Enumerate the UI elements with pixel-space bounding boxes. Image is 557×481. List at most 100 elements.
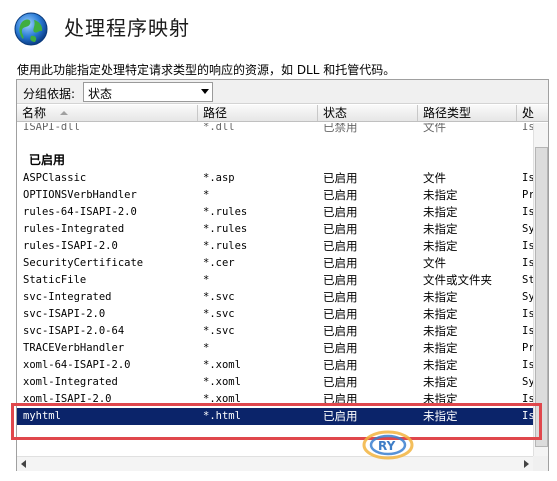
group-by-label: 分组依据: — [23, 87, 76, 101]
cell-state: 已启用 — [323, 392, 358, 406]
column-header-name[interactable]: 名称 — [17, 105, 198, 121]
cell-handler: Pr — [522, 189, 533, 201]
cell-path: *.dll — [203, 123, 235, 133]
cell-handler: St — [522, 274, 533, 286]
cell-handler: Sy — [522, 376, 533, 388]
column-header-state[interactable]: 状态 — [318, 105, 418, 121]
table-row[interactable]: TRACEVerbHandler * 已启用 未指定 Pr — [17, 340, 533, 357]
cell-path: *.xoml — [203, 376, 241, 388]
cell-path-type: 文件或文件夹 — [423, 273, 492, 287]
cell-path-type: 未指定 — [423, 409, 458, 423]
cell-handler: Sy — [522, 291, 533, 303]
cell-state: 已启用 — [323, 324, 358, 338]
cell-path: *.rules — [203, 223, 248, 235]
table-row[interactable]: svc-ISAPI-2.0 *.svc 已启用 未指定 Is — [17, 306, 533, 323]
cell-path: *.asp — [203, 172, 235, 184]
cell-name: svc-Integrated — [23, 291, 112, 303]
cell-name: rules-64-ISAPI-2.0 — [23, 206, 137, 218]
cell-state: 已启用 — [323, 171, 358, 185]
table-row[interactable]: ISAPI-dll *.dll 已禁用 文件 Is — [17, 123, 533, 136]
cell-name: OPTIONSVerbHandler — [23, 189, 137, 201]
cell-state: 已启用 — [323, 239, 358, 253]
column-header-name-label: 名称 — [22, 106, 47, 120]
group-by-dropdown[interactable]: 状态 — [83, 82, 213, 102]
cell-handler: Is — [522, 240, 533, 252]
table-row[interactable]: ASPClassic *.asp 已启用 文件 Is — [17, 170, 533, 187]
cell-state: 已启用 — [323, 188, 358, 202]
cell-state: 已启用 — [323, 256, 358, 270]
cell-name: SecurityCertificate — [23, 257, 144, 269]
column-header-handler[interactable]: 处 — [517, 105, 548, 121]
cell-handler: Is — [522, 123, 533, 133]
group-heading-enabled: 已启用 — [29, 153, 66, 167]
cell-state: 已启用 — [323, 375, 358, 389]
cell-name: svc-ISAPI-2.0-64 — [23, 325, 125, 337]
vertical-scrollbar[interactable] — [533, 123, 548, 456]
table-row[interactable]: svc-Integrated *.svc 已启用 未指定 Sy — [17, 289, 533, 306]
vertical-scroll-thumb[interactable] — [535, 147, 548, 447]
cell-name: StaticFile — [23, 274, 87, 286]
cell-handler: Is — [522, 325, 533, 337]
cell-path-type: 文件 — [423, 171, 446, 185]
cell-path-type: 未指定 — [423, 375, 458, 389]
cell-path: * — [203, 274, 210, 286]
table-row[interactable]: myhtml *.html 已启用 未指定 Is — [17, 408, 533, 425]
cell-path: *.rules — [203, 240, 248, 252]
handler-mappings-panel: 分组依据: 状态 名称 路径 状态 路径类型 处 ISAPI-dll *.dll… — [16, 79, 549, 471]
cell-path-type: 文件 — [423, 256, 446, 270]
cell-path: *.xoml — [203, 393, 241, 405]
cell-name: TRACEVerbHandler — [23, 342, 125, 354]
column-header-path-type[interactable]: 路径类型 — [418, 105, 517, 121]
table-row[interactable]: rules-Integrated *.rules 已启用 未指定 Sy — [17, 221, 533, 238]
cell-name: svc-ISAPI-2.0 — [23, 308, 106, 320]
column-header-path[interactable]: 路径 — [198, 105, 318, 121]
scroll-left-icon[interactable] — [21, 460, 26, 468]
cell-handler: Is — [522, 172, 533, 184]
cell-path: * — [203, 189, 210, 201]
cell-state: 已启用 — [323, 222, 358, 236]
table-row[interactable]: SecurityCertificate *.cer 已启用 文件 Is — [17, 255, 533, 272]
chevron-down-icon[interactable] — [201, 89, 209, 94]
column-header-row: 名称 路径 状态 路径类型 处 — [17, 105, 548, 122]
cell-path-type: 未指定 — [423, 239, 458, 253]
table-row[interactable]: OPTIONSVerbHandler * 已启用 未指定 Pr — [17, 187, 533, 204]
table-row[interactable]: xoml-64-ISAPI-2.0 *.xoml 已启用 未指定 Is — [17, 357, 533, 374]
cell-path-type: 未指定 — [423, 205, 458, 219]
cell-path-type: 未指定 — [423, 222, 458, 236]
cell-path-type: 未指定 — [423, 307, 458, 321]
cell-state: 已启用 — [323, 290, 358, 304]
cell-handler: Pr — [522, 342, 533, 354]
cell-path-type: 未指定 — [423, 341, 458, 355]
table-row[interactable]: rules-64-ISAPI-2.0 *.rules 已启用 未指定 Is — [17, 204, 533, 221]
cell-handler: Sy — [522, 223, 533, 235]
cell-path: *.html — [203, 410, 241, 422]
svg-text:RY: RY — [378, 439, 396, 453]
table-row[interactable]: xoml-Integrated *.xoml 已启用 未指定 Sy — [17, 374, 533, 391]
cell-name: myhtml — [23, 410, 61, 422]
cell-path: * — [203, 342, 210, 354]
cell-path-type: 未指定 — [423, 290, 458, 304]
group-by-value: 状态 — [88, 87, 113, 101]
cell-state: 已启用 — [323, 273, 358, 287]
cell-path-type: 未指定 — [423, 358, 458, 372]
cell-handler: Is — [522, 410, 533, 422]
cell-path: *.rules — [203, 206, 248, 218]
scroll-right-icon[interactable] — [524, 460, 529, 468]
cell-handler: Is — [522, 393, 533, 405]
cell-path-type: 未指定 — [423, 324, 458, 338]
handler-list: ISAPI-dll *.dll 已禁用 文件 Is 已启用 ASPClassic… — [17, 123, 533, 456]
group-by-bar: 分组依据: 状态 — [17, 80, 548, 104]
cell-handler: Is — [522, 359, 533, 371]
cell-path: *.xoml — [203, 359, 241, 371]
globe-icon — [14, 12, 48, 46]
sort-ascending-icon — [60, 111, 69, 115]
cell-state: 已启用 — [323, 205, 358, 219]
horizontal-scrollbar[interactable] — [17, 456, 533, 471]
table-row[interactable]: xoml-ISAPI-2.0 *.xoml 已启用 未指定 Is — [17, 391, 533, 408]
cell-name: rules-ISAPI-2.0 — [23, 240, 118, 252]
cell-handler: Is — [522, 257, 533, 269]
table-row[interactable]: rules-ISAPI-2.0 *.rules 已启用 未指定 Is — [17, 238, 533, 255]
table-row[interactable]: StaticFile * 已启用 文件或文件夹 St — [17, 272, 533, 289]
table-row[interactable]: svc-ISAPI-2.0-64 *.svc 已启用 未指定 Is — [17, 323, 533, 340]
cell-name: ISAPI-dll — [23, 123, 80, 133]
